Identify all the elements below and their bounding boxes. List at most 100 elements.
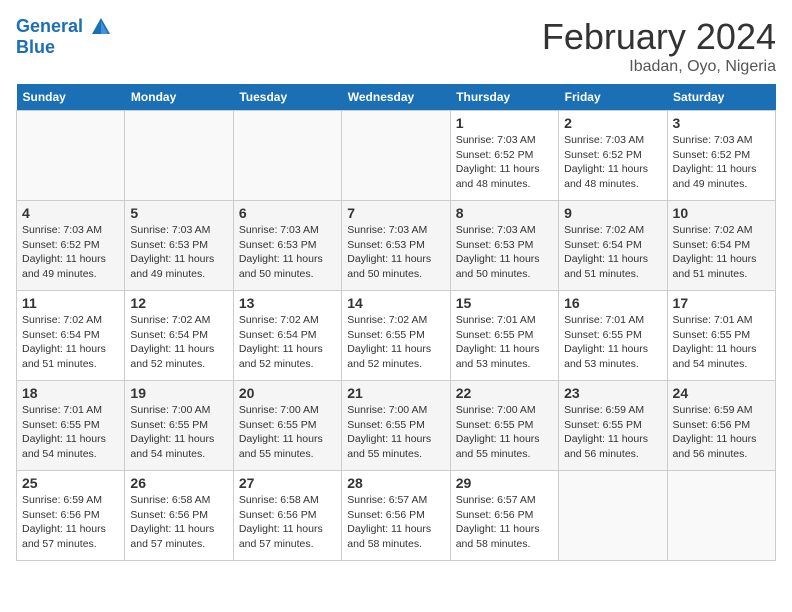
cell-day-number: 18	[22, 385, 119, 401]
cell-day-number: 25	[22, 475, 119, 491]
calendar-cell: 21Sunrise: 7:00 AM Sunset: 6:55 PM Dayli…	[342, 381, 450, 471]
calendar-cell	[233, 111, 341, 201]
day-header-friday: Friday	[559, 84, 667, 111]
logo: General Blue	[16, 16, 112, 58]
cell-info: Sunrise: 6:59 AM Sunset: 6:56 PM Dayligh…	[673, 403, 770, 462]
calendar-cell: 28 Sunrise: 6:57 AM Sunset: 6:56 PM Dayli…	[342, 471, 450, 561]
cell-info: Sunrise: 7:01 AM Sunset: 6:55 PM Dayligh…	[673, 313, 770, 372]
cell-info: Sunrise: 6:58 AM Sunset: 6:56 PM Dayligh…	[239, 493, 336, 552]
calendar-cell	[342, 111, 450, 201]
cell-day-number: 27	[239, 475, 336, 491]
cell-day-number: 13	[239, 295, 336, 311]
week-row-3: 11 Sunrise: 7:02 AM Sunset: 6:54 PM Dayli…	[17, 291, 776, 381]
cell-info: Sunrise: 6:57 AM Sunset: 6:56 PM Dayligh…	[347, 493, 444, 552]
calendar-cell: 25Sunrise: 6:59 AM Sunset: 6:56 PM Dayli…	[17, 471, 125, 561]
cell-day-number: 23	[564, 385, 661, 401]
page-header: General Blue February 2024 Ibadan, Oyo, …	[16, 16, 776, 76]
cell-day-number: 22	[456, 385, 553, 401]
cell-day-number: 17	[673, 295, 770, 311]
calendar-cell: 16 Sunrise: 7:01 AM Sunset: 6:55 PM Dayli…	[559, 291, 667, 381]
calendar-cell	[17, 111, 125, 201]
cell-day-number: 8	[456, 205, 553, 221]
calendar-cell: 12Sunrise: 7:02 AM Sunset: 6:54 PM Dayli…	[125, 291, 233, 381]
week-row-4: 18 Sunrise: 7:01 AM Sunset: 6:55 PM Dayli…	[17, 381, 776, 471]
calendar-subtitle: Ibadan, Oyo, Nigeria	[542, 58, 776, 76]
calendar-cell: 26 Sunrise: 6:58 AM Sunset: 6:56 PM Dayli…	[125, 471, 233, 561]
week-row-2: 4 Sunrise: 7:03 AM Sunset: 6:52 PM Daylig…	[17, 201, 776, 291]
day-header-row: SundayMondayTuesdayWednesdayThursdayFrid…	[17, 84, 776, 111]
cell-info: Sunrise: 7:00 AM Sunset: 6:55 PM Dayligh…	[347, 403, 444, 462]
calendar-cell: 19 Sunrise: 7:00 AM Sunset: 6:55 PM Dayli…	[125, 381, 233, 471]
cell-day-number: 16	[564, 295, 661, 311]
calendar-cell: 29 Sunrise: 6:57 AM Sunset: 6:56 PM Dayli…	[450, 471, 558, 561]
calendar-cell: 1 Sunrise: 7:03 AM Sunset: 6:52 PM Daylig…	[450, 111, 558, 201]
cell-day-number: 3	[673, 115, 770, 131]
calendar-cell: 3 Sunrise: 7:03 AM Sunset: 6:52 PM Daylig…	[667, 111, 775, 201]
cell-info: Sunrise: 7:01 AM Sunset: 6:55 PM Dayligh…	[564, 313, 661, 372]
day-header-thursday: Thursday	[450, 84, 558, 111]
cell-day-number: 6	[239, 205, 336, 221]
cell-info: Sunrise: 7:01 AM Sunset: 6:55 PM Dayligh…	[22, 403, 119, 462]
calendar-cell: 24 Sunrise: 6:59 AM Sunset: 6:56 PM Dayli…	[667, 381, 775, 471]
calendar-cell: 6 Sunrise: 7:03 AM Sunset: 6:53 PM Daylig…	[233, 201, 341, 291]
cell-info: Sunrise: 7:03 AM Sunset: 6:52 PM Dayligh…	[456, 133, 553, 192]
cell-day-number: 10	[673, 205, 770, 221]
week-row-5: 25Sunrise: 6:59 AM Sunset: 6:56 PM Dayli…	[17, 471, 776, 561]
calendar-cell: 17 Sunrise: 7:01 AM Sunset: 6:55 PM Dayli…	[667, 291, 775, 381]
calendar-cell: 5 Sunrise: 7:03 AM Sunset: 6:53 PM Daylig…	[125, 201, 233, 291]
cell-info: Sunrise: 6:57 AM Sunset: 6:56 PM Dayligh…	[456, 493, 553, 552]
cell-day-number: 14	[347, 295, 444, 311]
cell-info: Sunrise: 7:02 AM Sunset: 6:54 PM Dayligh…	[564, 223, 661, 282]
cell-info: Sunrise: 7:03 AM Sunset: 6:53 PM Dayligh…	[347, 223, 444, 282]
day-header-sunday: Sunday	[17, 84, 125, 111]
cell-info: Sunrise: 7:03 AM Sunset: 6:52 PM Dayligh…	[564, 133, 661, 192]
cell-info: Sunrise: 7:02 AM Sunset: 6:55 PM Dayligh…	[347, 313, 444, 372]
calendar-cell	[667, 471, 775, 561]
calendar-cell: 9 Sunrise: 7:02 AM Sunset: 6:54 PM Daylig…	[559, 201, 667, 291]
logo-blue-text: Blue	[16, 38, 112, 58]
cell-info: Sunrise: 7:02 AM Sunset: 6:54 PM Dayligh…	[22, 313, 119, 372]
cell-day-number: 5	[130, 205, 227, 221]
cell-day-number: 2	[564, 115, 661, 131]
cell-info: Sunrise: 6:58 AM Sunset: 6:56 PM Dayligh…	[130, 493, 227, 552]
cell-day-number: 29	[456, 475, 553, 491]
cell-info: Sunrise: 7:03 AM Sunset: 6:53 PM Dayligh…	[130, 223, 227, 282]
cell-info: Sunrise: 7:03 AM Sunset: 6:53 PM Dayligh…	[239, 223, 336, 282]
cell-info: Sunrise: 7:02 AM Sunset: 6:54 PM Dayligh…	[130, 313, 227, 372]
cell-day-number: 9	[564, 205, 661, 221]
calendar-cell: 11 Sunrise: 7:02 AM Sunset: 6:54 PM Dayli…	[17, 291, 125, 381]
calendar-table: SundayMondayTuesdayWednesdayThursdayFrid…	[16, 84, 776, 561]
calendar-cell	[559, 471, 667, 561]
calendar-cell	[125, 111, 233, 201]
day-header-saturday: Saturday	[667, 84, 775, 111]
cell-info: Sunrise: 7:00 AM Sunset: 6:55 PM Dayligh…	[456, 403, 553, 462]
cell-day-number: 24	[673, 385, 770, 401]
cell-info: Sunrise: 7:03 AM Sunset: 6:52 PM Dayligh…	[673, 133, 770, 192]
day-header-tuesday: Tuesday	[233, 84, 341, 111]
calendar-cell: 14 Sunrise: 7:02 AM Sunset: 6:55 PM Dayli…	[342, 291, 450, 381]
cell-day-number: 7	[347, 205, 444, 221]
cell-day-number: 28	[347, 475, 444, 491]
cell-info: Sunrise: 7:00 AM Sunset: 6:55 PM Dayligh…	[239, 403, 336, 462]
cell-info: Sunrise: 7:03 AM Sunset: 6:52 PM Dayligh…	[22, 223, 119, 282]
cell-day-number: 19	[130, 385, 227, 401]
cell-day-number: 1	[456, 115, 553, 131]
day-header-wednesday: Wednesday	[342, 84, 450, 111]
calendar-cell: 22 Sunrise: 7:00 AM Sunset: 6:55 PM Dayli…	[450, 381, 558, 471]
cell-info: Sunrise: 7:01 AM Sunset: 6:55 PM Dayligh…	[456, 313, 553, 372]
day-header-monday: Monday	[125, 84, 233, 111]
calendar-title: February 2024	[542, 16, 776, 58]
calendar-cell: 7 Sunrise: 7:03 AM Sunset: 6:53 PM Daylig…	[342, 201, 450, 291]
cell-day-number: 20	[239, 385, 336, 401]
cell-day-number: 26	[130, 475, 227, 491]
calendar-cell: 18 Sunrise: 7:01 AM Sunset: 6:55 PM Dayli…	[17, 381, 125, 471]
calendar-cell: 20 Sunrise: 7:00 AM Sunset: 6:55 PM Dayli…	[233, 381, 341, 471]
cell-info: Sunrise: 7:00 AM Sunset: 6:55 PM Dayligh…	[130, 403, 227, 462]
cell-day-number: 11	[22, 295, 119, 311]
cell-info: Sunrise: 7:02 AM Sunset: 6:54 PM Dayligh…	[673, 223, 770, 282]
cell-day-number: 4	[22, 205, 119, 221]
cell-info: Sunrise: 7:03 AM Sunset: 6:53 PM Dayligh…	[456, 223, 553, 282]
logo-text: General	[16, 16, 112, 38]
logo-icon	[90, 16, 112, 38]
title-block: February 2024 Ibadan, Oyo, Nigeria	[542, 16, 776, 76]
